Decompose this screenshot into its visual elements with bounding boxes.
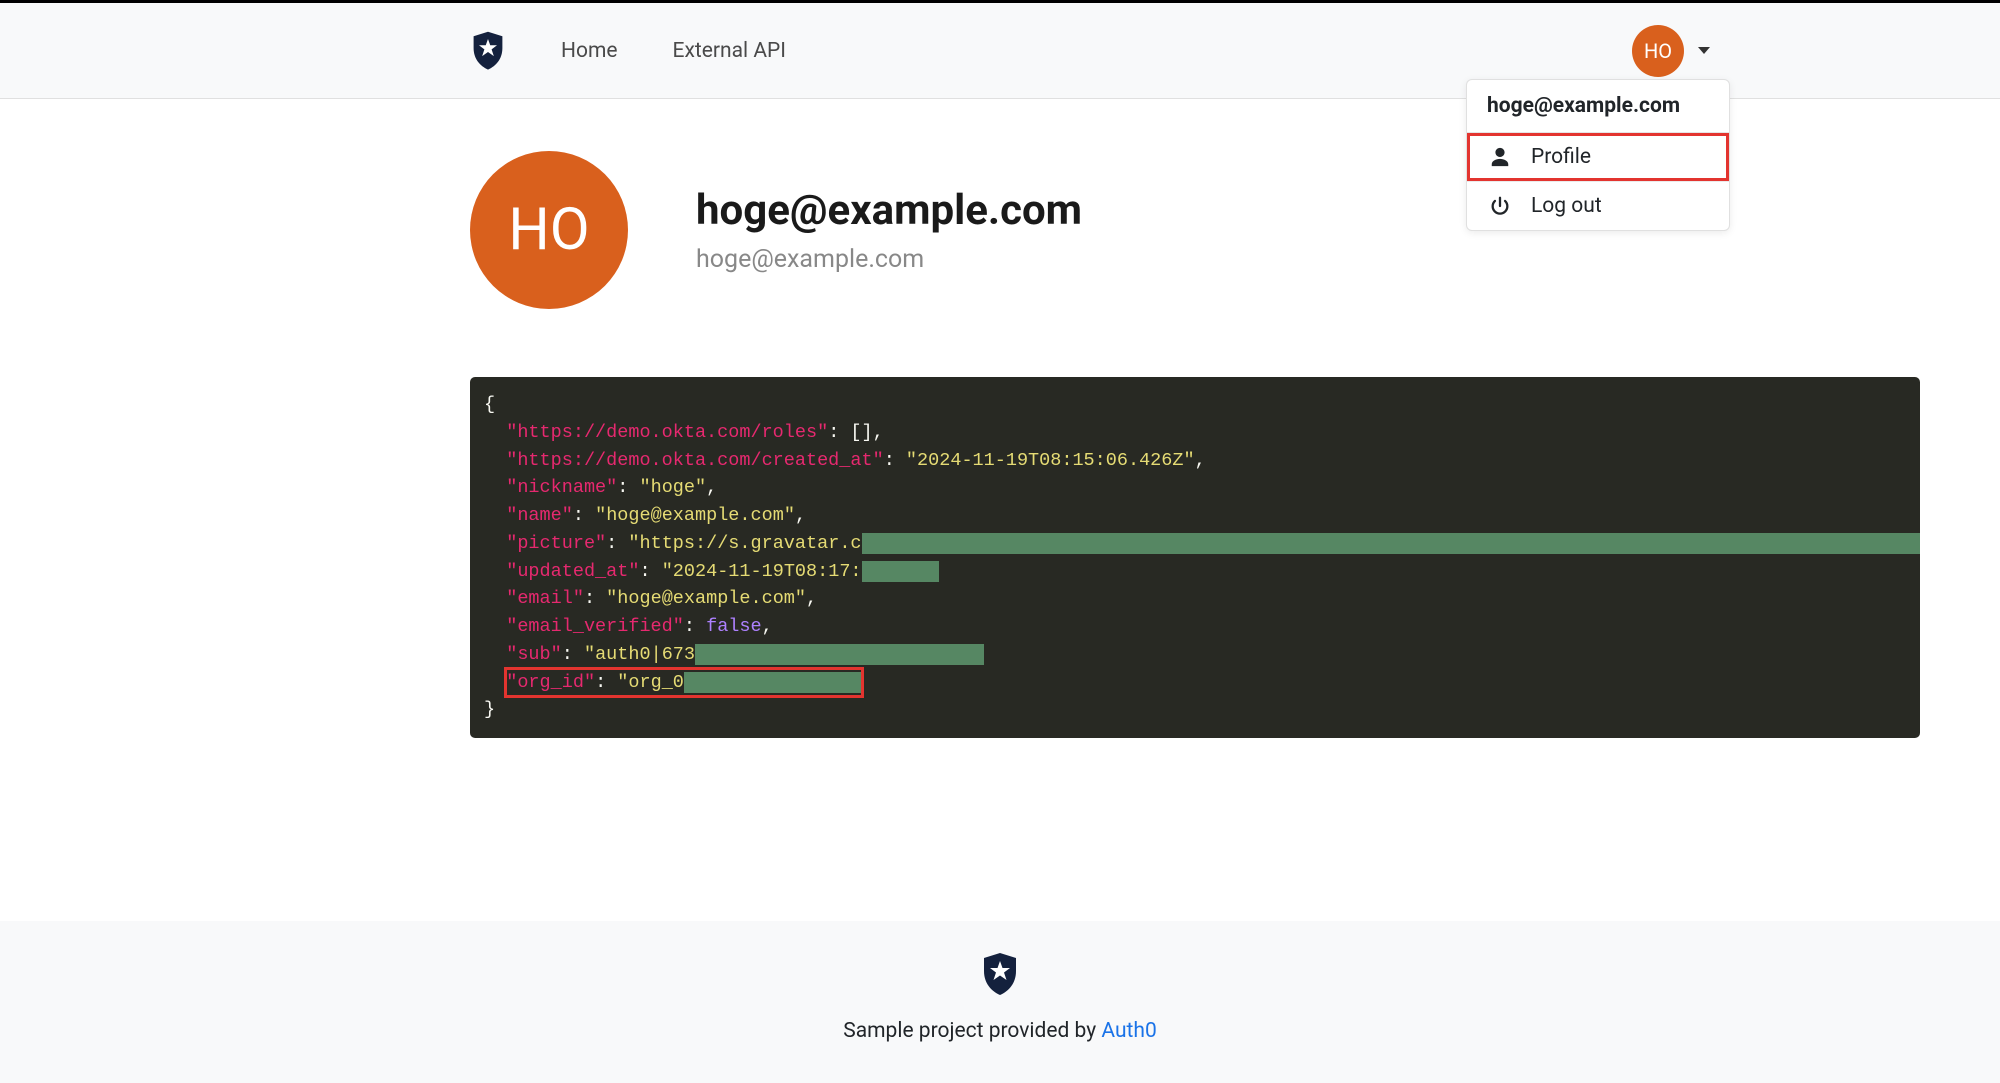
avatar-small: HO xyxy=(1632,25,1684,77)
avatar-large: HO xyxy=(470,151,628,309)
nav-left: Home External API xyxy=(470,30,786,72)
footer-auth0-link[interactable]: Auth0 xyxy=(1101,1019,1156,1043)
auth0-shield-logo-icon xyxy=(470,30,506,72)
dropdown-item-label: Log out xyxy=(1531,194,1602,218)
org-id-highlight-box: "org_id": "org_0xxxxxxxxxxxxxxxx xyxy=(506,669,861,697)
json-code-block: { "https://demo.okta.com/roles": [], "ht… xyxy=(470,377,1920,738)
dropdown-item-label: Profile xyxy=(1531,145,1591,169)
profile-info: hoge@example.com hoge@example.com xyxy=(696,186,1082,274)
dropdown-item-logout[interactable]: Log out xyxy=(1467,182,1729,230)
power-icon xyxy=(1489,195,1511,217)
dropdown-item-profile[interactable]: Profile xyxy=(1467,133,1729,182)
user-dropdown: hoge@example.com Profile Log out xyxy=(1466,79,1730,231)
nav-link-external-api[interactable]: External API xyxy=(673,39,786,63)
navbar-inner: Home External API HO hoge@example.com Pr… xyxy=(270,3,1730,98)
profile-title: hoge@example.com xyxy=(696,186,1082,235)
navbar: Home External API HO hoge@example.com Pr… xyxy=(0,3,2000,99)
redaction-block: xxxxxxxxxxxxxxxxxxxxxxxxxx xyxy=(695,644,984,665)
footer-text: Sample project provided by Auth0 xyxy=(0,1019,2000,1043)
user-icon xyxy=(1489,146,1511,168)
profile-subtitle: hoge@example.com xyxy=(696,245,1082,274)
chevron-down-icon xyxy=(1698,47,1710,54)
footer-logo-icon xyxy=(980,951,1020,1001)
redaction-block: xxxxxxxxxxxxxxxx xyxy=(684,672,862,693)
nav-link-home[interactable]: Home xyxy=(561,39,618,63)
user-menu-toggle[interactable]: HO xyxy=(1632,25,1710,77)
nav-links: Home External API xyxy=(561,39,786,63)
dropdown-header-email: hoge@example.com xyxy=(1467,80,1729,133)
redaction-block: xxxxxxx xyxy=(862,561,940,582)
footer: Sample project provided by Auth0 xyxy=(0,921,2000,1083)
redaction-block: xxxxxxxxxxxxxxxxxxxxxxxxxxxxxxxxxxxxxxxx… xyxy=(862,533,1920,554)
